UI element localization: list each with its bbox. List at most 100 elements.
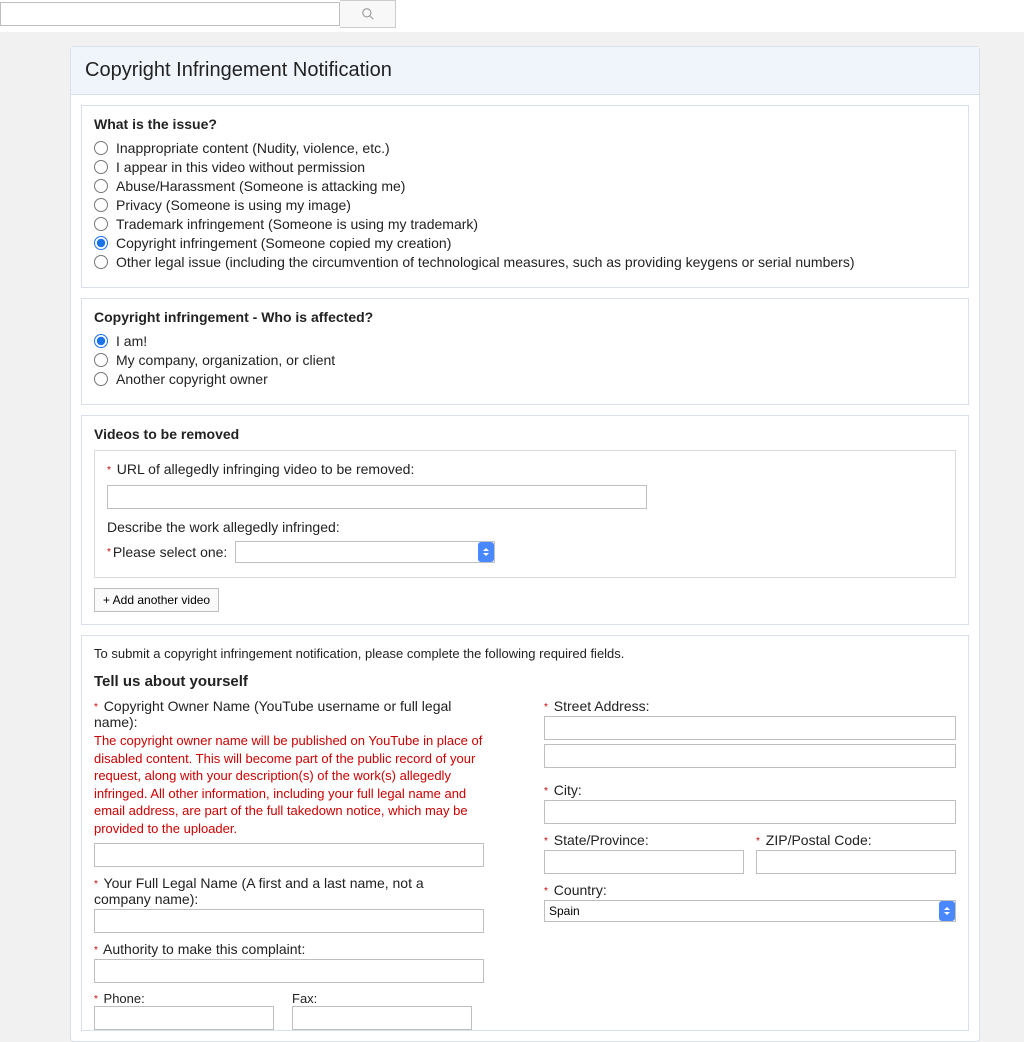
legal-name-input[interactable] <box>94 909 484 933</box>
videos-section-title: Videos to be removed <box>94 426 956 442</box>
required-star-icon: * <box>94 879 98 890</box>
affected-option-label: Another copyright owner <box>116 371 268 387</box>
owner-name-input[interactable] <box>94 843 484 867</box>
required-star-icon: * <box>544 702 548 713</box>
search-icon <box>361 7 375 21</box>
search-input[interactable] <box>0 2 340 26</box>
describe-label: Describe the work allegedly infringed: <box>107 519 943 535</box>
zip-input[interactable] <box>756 850 956 874</box>
state-label-text: State/Province: <box>554 832 649 848</box>
issue-radio[interactable] <box>94 141 108 155</box>
video-item-box: * URL of allegedly infringing video to b… <box>94 450 956 578</box>
issue-option[interactable]: Other legal issue (including the circumv… <box>94 254 956 270</box>
add-video-button[interactable]: + Add another video <box>94 588 219 612</box>
url-label-text: URL of allegedly infringing video to be … <box>117 461 415 477</box>
affected-option-label: I am! <box>116 333 147 349</box>
top-bar <box>0 0 1024 32</box>
issue-section: What is the issue? Inappropriate content… <box>81 105 969 288</box>
state-input[interactable] <box>544 850 744 874</box>
url-label: * URL of allegedly infringing video to b… <box>107 461 943 477</box>
owner-name-warning: The copyright owner name will be publish… <box>94 732 484 837</box>
city-input[interactable] <box>544 800 956 824</box>
panel-title: Copyright Infringement Notification <box>71 47 979 95</box>
issue-option[interactable]: Privacy (Someone is using my image) <box>94 197 956 213</box>
affected-option-label: My company, organization, or client <box>116 352 335 368</box>
issue-option-label: I appear in this video without permissio… <box>116 159 365 175</box>
street-input-2[interactable] <box>544 744 956 768</box>
affected-option[interactable]: Another copyright owner <box>94 371 956 387</box>
required-star-icon: * <box>544 836 548 847</box>
required-star-icon: * <box>544 786 548 797</box>
phone-label-text: Phone: <box>104 991 145 1006</box>
issue-radio[interactable] <box>94 217 108 231</box>
city-label: * City: <box>544 782 956 798</box>
issue-option[interactable]: I appear in this video without permissio… <box>94 159 956 175</box>
fax-input[interactable] <box>292 1006 472 1030</box>
issue-option[interactable]: Trademark infringement (Someone is using… <box>94 216 956 232</box>
search-button[interactable] <box>340 0 396 28</box>
issue-option-label: Copyright infringement (Someone copied m… <box>116 235 451 251</box>
phone-input[interactable] <box>94 1006 274 1030</box>
please-select-label: Please select one: <box>113 544 227 560</box>
authority-label: * Authority to make this complaint: <box>94 941 484 957</box>
issue-option[interactable]: Abuse/Harassment (Someone is attacking m… <box>94 178 956 194</box>
videos-section: Videos to be removed * URL of allegedly … <box>81 415 969 625</box>
required-star-icon: * <box>756 836 760 847</box>
issue-option[interactable]: Inappropriate content (Nudity, violence,… <box>94 140 956 156</box>
affected-radio[interactable] <box>94 372 108 386</box>
required-star-icon: * <box>107 547 111 558</box>
about-intro: To submit a copyright infringement notif… <box>94 646 956 661</box>
work-type-select[interactable] <box>235 541 495 563</box>
please-select-row: * Please select one: <box>107 541 943 563</box>
issue-radio[interactable] <box>94 236 108 250</box>
affected-section: Copyright infringement - Who is affected… <box>81 298 969 405</box>
required-star-icon: * <box>107 465 111 476</box>
city-label-text: City: <box>554 782 582 798</box>
issue-section-title: What is the issue? <box>94 116 956 132</box>
affected-section-title: Copyright infringement - Who is affected… <box>94 309 956 325</box>
zip-label-text: ZIP/Postal Code: <box>766 832 872 848</box>
fax-label-text: Fax: <box>292 991 317 1006</box>
affected-option[interactable]: I am! <box>94 333 956 349</box>
about-left-col: * Copyright Owner Name (YouTube username… <box>94 698 484 1030</box>
infringing-url-input[interactable] <box>107 485 647 509</box>
legal-name-label-text: Your Full Legal Name (A first and a last… <box>94 875 424 907</box>
fax-label: Fax: <box>292 991 317 1006</box>
about-right-col: * Street Address: * City: <box>544 698 956 1030</box>
affected-option[interactable]: My company, organization, or client <box>94 352 956 368</box>
required-star-icon: * <box>94 702 98 713</box>
about-section: To submit a copyright infringement notif… <box>81 635 969 1031</box>
page-container: Copyright Infringement Notification What… <box>0 32 1024 1042</box>
street-input-1[interactable] <box>544 716 956 740</box>
country-label: * Country: <box>544 882 956 898</box>
required-star-icon: * <box>544 886 548 897</box>
issue-option-label: Other legal issue (including the circumv… <box>116 254 854 270</box>
issue-radio[interactable] <box>94 198 108 212</box>
issue-radio[interactable] <box>94 255 108 269</box>
issue-option-label: Abuse/Harassment (Someone is attacking m… <box>116 178 405 194</box>
country-label-text: Country: <box>554 882 607 898</box>
issue-option-label: Privacy (Someone is using my image) <box>116 197 351 213</box>
authority-input[interactable] <box>94 959 484 983</box>
issue-radio[interactable] <box>94 160 108 174</box>
street-label-text: Street Address: <box>554 698 650 714</box>
phone-label: * Phone: <box>94 991 145 1006</box>
zip-label: * ZIP/Postal Code: <box>756 832 956 848</box>
country-select[interactable]: Spain <box>544 900 956 922</box>
required-star-icon: * <box>94 945 98 956</box>
required-star-icon: * <box>94 994 98 1005</box>
authority-label-text: Authority to make this complaint: <box>103 941 305 957</box>
issue-option-label: Trademark infringement (Someone is using… <box>116 216 478 232</box>
issue-option-label: Inappropriate content (Nudity, violence,… <box>116 140 390 156</box>
issue-option[interactable]: Copyright infringement (Someone copied m… <box>94 235 956 251</box>
main-panel: Copyright Infringement Notification What… <box>70 46 980 1042</box>
affected-radio[interactable] <box>94 334 108 348</box>
about-title: Tell us about yourself <box>94 673 956 690</box>
owner-name-label-text: Copyright Owner Name (YouTube username o… <box>94 698 451 730</box>
street-label: * Street Address: <box>544 698 956 714</box>
affected-radio[interactable] <box>94 353 108 367</box>
legal-name-label: * Your Full Legal Name (A first and a la… <box>94 875 484 907</box>
panel-body: What is the issue? Inappropriate content… <box>71 95 979 1041</box>
state-label: * State/Province: <box>544 832 744 848</box>
issue-radio[interactable] <box>94 179 108 193</box>
